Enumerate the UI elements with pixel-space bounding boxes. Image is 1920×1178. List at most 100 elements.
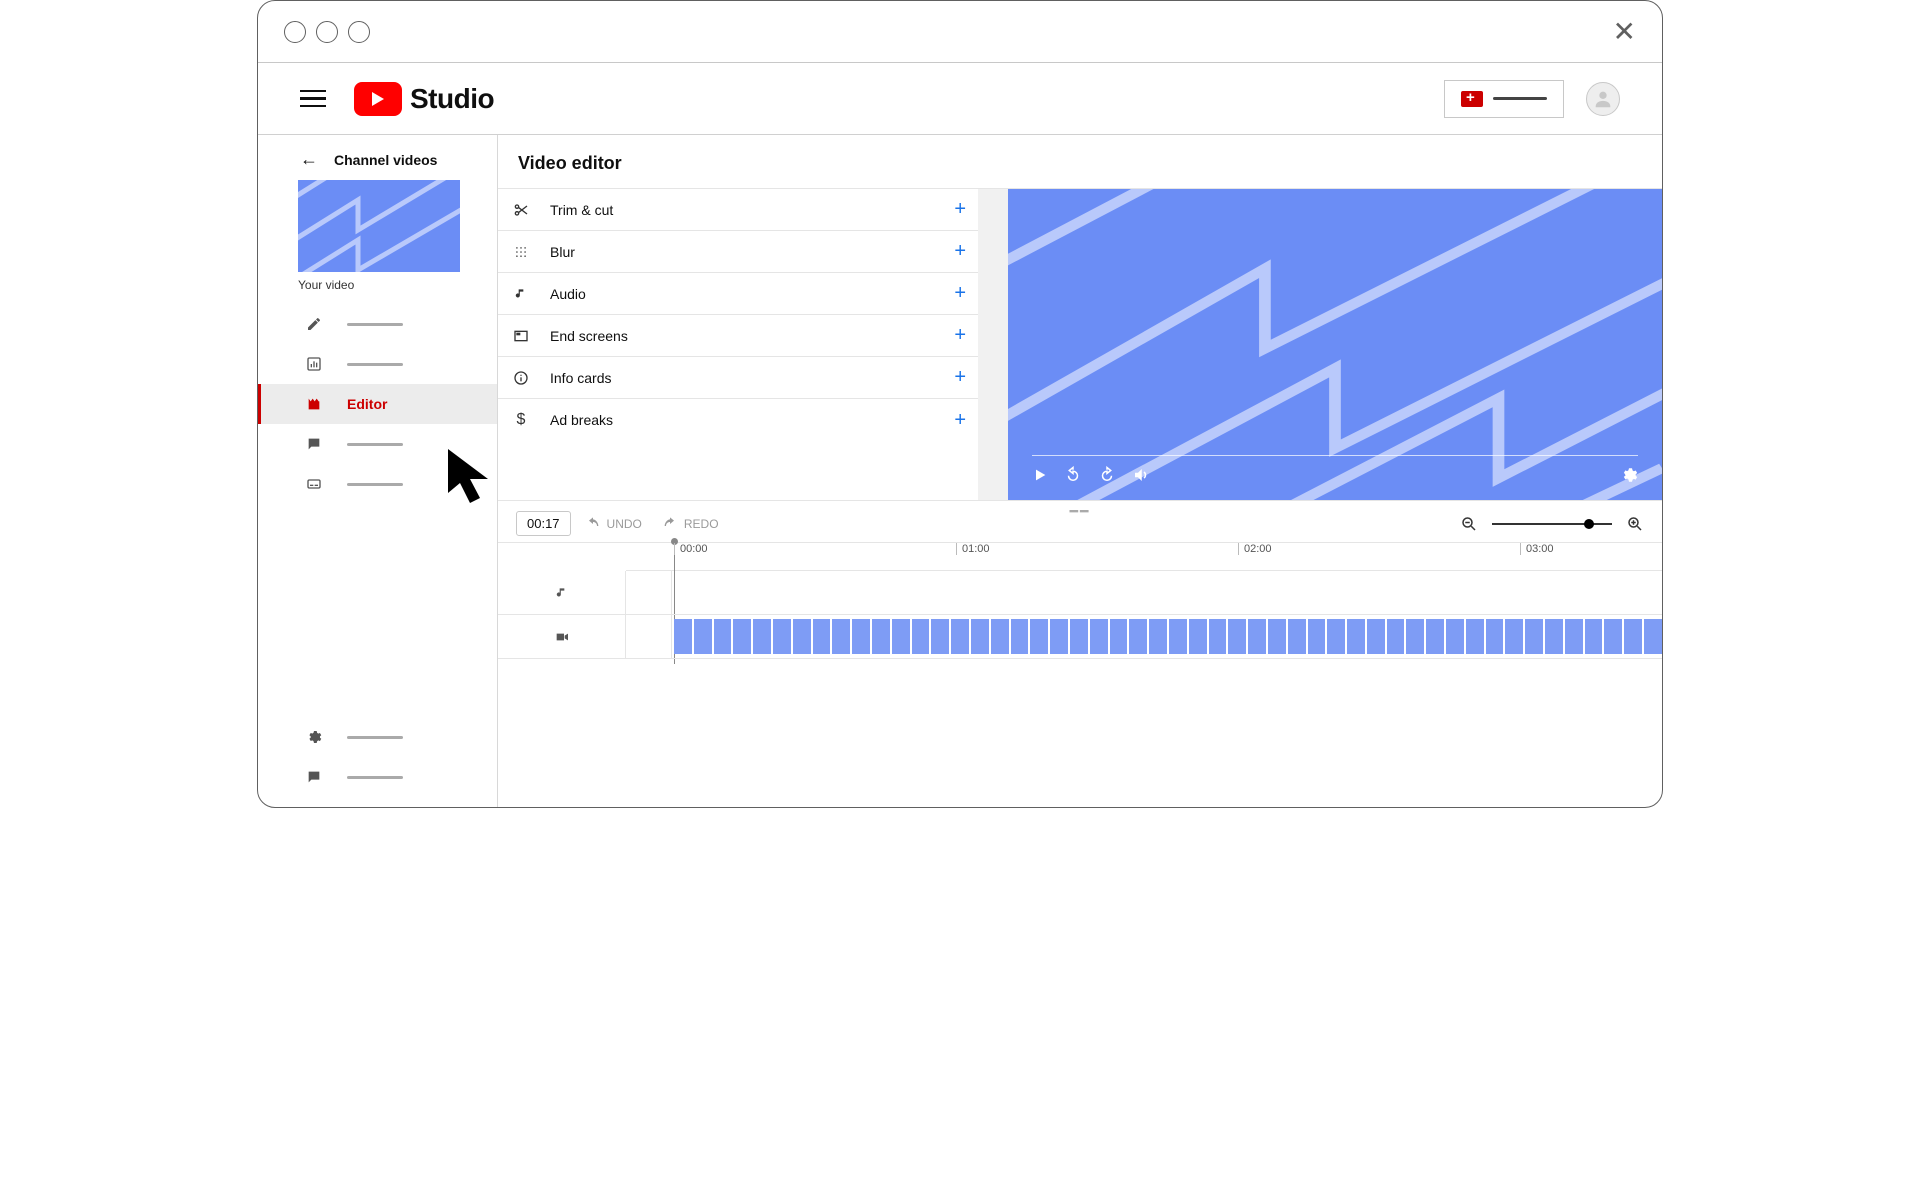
ruler-tick: 00:00 — [674, 543, 708, 555]
tool-label: Ad breaks — [550, 412, 613, 428]
hamburger-icon[interactable] — [300, 90, 326, 108]
bar-chart-icon — [305, 355, 323, 373]
preview-panel — [978, 189, 1662, 500]
back-arrow-icon[interactable]: ← — [300, 149, 318, 170]
video-clips[interactable] — [674, 619, 1662, 654]
tools-panel: Trim & cut + — [498, 189, 978, 500]
music-note-icon — [512, 285, 530, 303]
sidebar-item-analytics[interactable] — [258, 344, 497, 384]
sidebar-item-settings[interactable] — [258, 717, 497, 757]
redo-button[interactable]: REDO — [662, 516, 719, 532]
ruler-tick: 02:00 — [1238, 543, 1272, 555]
audio-track-label[interactable] — [498, 571, 626, 615]
window-dot[interactable] — [284, 21, 306, 43]
settings-gear-icon[interactable] — [1620, 466, 1638, 484]
placeholder-line — [347, 443, 403, 446]
video-camera-icon — [554, 629, 570, 645]
create-button[interactable] — [1444, 80, 1564, 118]
scissors-icon — [512, 201, 530, 219]
timeline-ruler[interactable]: 00:00 01:00 02:00 03:00 — [626, 543, 1662, 571]
rewind-10-icon[interactable] — [1064, 466, 1082, 484]
thumbnail-caption: Your video — [258, 278, 497, 292]
sidebar: ← Channel videos Your video — [258, 135, 498, 807]
zoom-out-icon[interactable] — [1460, 515, 1478, 533]
placeholder-line — [347, 363, 403, 366]
info-icon — [512, 369, 530, 387]
music-note-icon — [555, 586, 569, 600]
tool-audio[interactable]: Audio + — [498, 273, 978, 315]
back-label[interactable]: Channel videos — [334, 152, 437, 168]
endscreen-icon — [512, 327, 530, 345]
window-dot[interactable] — [348, 21, 370, 43]
video-thumbnail[interactable] — [298, 180, 460, 272]
dollar-icon: $ — [512, 411, 530, 429]
page-title: Video editor — [498, 135, 1662, 189]
preview-video[interactable] — [1008, 189, 1662, 500]
tool-blur[interactable]: Blur + — [498, 231, 978, 273]
tool-endscreens[interactable]: End screens + — [498, 315, 978, 357]
play-icon[interactable] — [1032, 467, 1048, 483]
plus-icon[interactable]: + — [954, 366, 966, 389]
window-traffic-lights — [284, 21, 370, 43]
zoom-in-icon[interactable] — [1626, 515, 1644, 533]
subtitles-icon — [305, 475, 323, 493]
app-bar: Studio — [258, 63, 1662, 135]
current-timecode[interactable]: 00:17 — [516, 511, 571, 536]
plus-icon[interactable]: + — [954, 282, 966, 305]
undo-button[interactable]: UNDO — [585, 516, 642, 532]
forward-10-icon[interactable] — [1098, 466, 1116, 484]
tool-infocards[interactable]: Info cards + — [498, 357, 978, 399]
tool-label: Blur — [550, 244, 575, 260]
window-chrome: ✕ — [258, 1, 1662, 63]
zoom-slider[interactable] — [1492, 523, 1612, 525]
sidebar-item-details[interactable] — [258, 304, 497, 344]
sidebar-item-label: Editor — [347, 396, 387, 412]
video-track-label[interactable] — [498, 615, 626, 659]
placeholder-line — [347, 776, 403, 779]
placeholder-line — [1493, 97, 1547, 100]
tool-label: End screens — [550, 328, 628, 344]
audio-track[interactable] — [626, 571, 1662, 615]
tool-trim[interactable]: Trim & cut + — [498, 189, 978, 231]
plus-icon[interactable]: + — [954, 198, 966, 221]
sidebar-item-subtitles[interactable] — [258, 464, 497, 504]
gear-icon — [305, 728, 323, 746]
youtube-play-icon — [354, 82, 402, 116]
tool-label: Info cards — [550, 370, 611, 386]
sidebar-item-comments[interactable] — [258, 424, 497, 464]
plus-icon[interactable]: + — [954, 324, 966, 347]
feedback-icon — [305, 768, 323, 786]
tool-label: Audio — [550, 286, 586, 302]
timeline-tracks — [498, 571, 1662, 659]
tool-label: Trim & cut — [550, 202, 613, 218]
grid-icon — [512, 243, 530, 261]
timeline-toolbar: ━━ 00:17 UNDO REDO — [498, 501, 1662, 543]
placeholder-line — [347, 323, 403, 326]
pencil-icon — [305, 315, 323, 333]
plus-icon[interactable]: + — [954, 240, 966, 263]
sidebar-item-feedback[interactable] — [258, 757, 497, 797]
preview-controls — [1032, 455, 1638, 484]
plus-icon[interactable]: + — [954, 409, 966, 432]
drag-handle-icon[interactable]: ━━ — [1070, 503, 1091, 520]
placeholder-line — [347, 483, 403, 486]
tool-adbreaks[interactable]: $ Ad breaks + — [498, 399, 978, 441]
ruler-tick: 01:00 — [956, 543, 990, 555]
main-area: Video editor Trim & cut + — [498, 135, 1662, 807]
account-avatar[interactable] — [1586, 82, 1620, 116]
close-icon[interactable]: ✕ — [1613, 15, 1636, 48]
app-window: ✕ Studio ← Chann — [257, 0, 1663, 808]
placeholder-line — [347, 736, 403, 739]
video-track[interactable] — [626, 615, 1662, 659]
sidebar-item-editor[interactable]: Editor — [258, 384, 497, 424]
person-icon — [1592, 88, 1614, 110]
ruler-tick: 03:00 — [1520, 543, 1554, 555]
volume-icon[interactable] — [1132, 466, 1150, 484]
clapperboard-icon — [305, 395, 323, 413]
comment-icon — [305, 435, 323, 453]
brand[interactable]: Studio — [354, 82, 494, 116]
brand-name: Studio — [410, 83, 494, 115]
window-dot[interactable] — [316, 21, 338, 43]
camera-plus-icon — [1461, 91, 1483, 107]
preview-progress-line[interactable] — [1032, 455, 1638, 456]
